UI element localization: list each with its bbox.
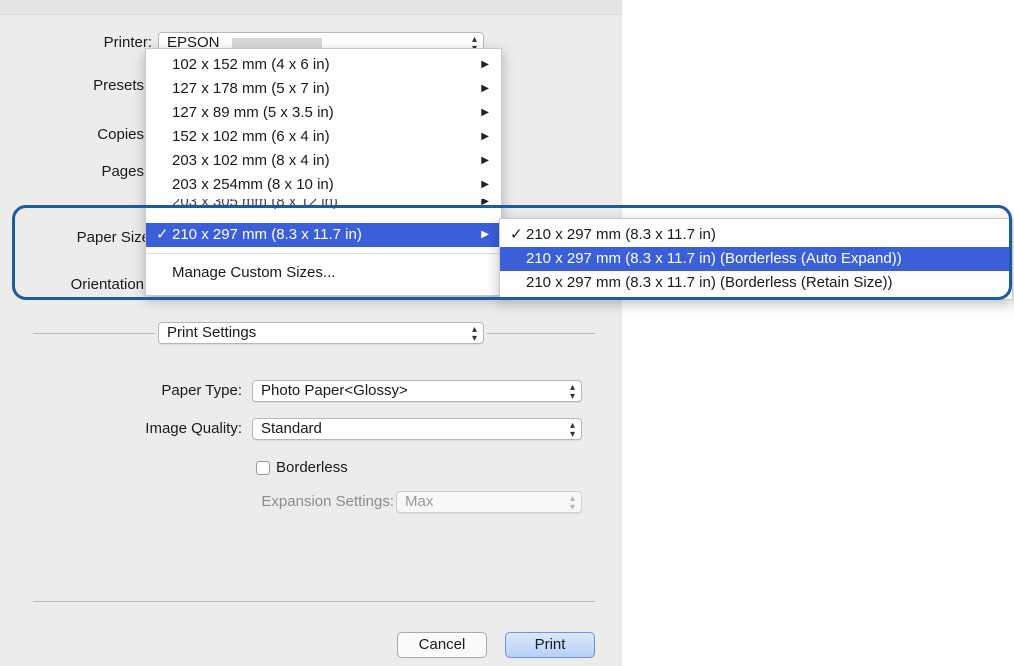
menu-item-label: 127 x 89 mm (5 x 3.5 in) xyxy=(172,104,334,121)
menu-separator xyxy=(146,253,501,254)
menu-item-label: 127 x 178 mm (5 x 7 in) xyxy=(172,80,330,97)
checkmark-icon: ✓ xyxy=(156,226,169,243)
submenu-item-label: 210 x 297 mm (8.3 x 11.7 in) (Borderless… xyxy=(526,250,902,267)
print-button[interactable]: Print xyxy=(505,632,595,658)
paper-size-menu: 102 x 152 mm (4 x 6 in) ▶ 127 x 178 mm (… xyxy=(145,48,502,296)
cancel-button[interactable]: Cancel xyxy=(397,632,487,658)
paper-type-label: Paper Type: xyxy=(161,382,242,399)
menu-item-manage-custom-sizes[interactable]: Manage Custom Sizes... xyxy=(146,261,501,285)
triangle-right-icon: ▶ xyxy=(481,179,489,190)
submenu-item-label: 210 x 297 mm (8.3 x 11.7 in) (Borderless… xyxy=(526,274,893,291)
image-quality-value: Standard xyxy=(261,420,322,437)
pages-label: Pages xyxy=(101,163,144,180)
menu-item-label: Manage Custom Sizes... xyxy=(172,264,336,281)
section-popup[interactable]: Print Settings ▴ ▾ xyxy=(158,322,484,344)
submenu-item-standard[interactable]: ✓ 210 x 297 mm (8.3 x 11.7 in) xyxy=(500,223,1012,247)
menu-item-102x152[interactable]: 102 x 152 mm (4 x 6 in) ▶ xyxy=(146,53,501,77)
triangle-right-icon: ▶ xyxy=(481,83,489,94)
menu-item-127x89[interactable]: 127 x 89 mm (5 x 3.5 in) ▶ xyxy=(146,101,501,125)
paper-size-submenu: ✓ 210 x 297 mm (8.3 x 11.7 in) 210 x 297… xyxy=(499,218,1013,300)
submenu-item-borderless-retain-size[interactable]: 210 x 297 mm (8.3 x 11.7 in) (Borderless… xyxy=(500,271,1012,295)
presets-label: Presets xyxy=(93,77,144,94)
triangle-right-icon: ▶ xyxy=(481,59,489,70)
section-separator-right xyxy=(487,333,595,334)
borderless-checkbox[interactable] xyxy=(256,461,270,475)
printer-model-redacted xyxy=(231,38,322,49)
image-quality-label: Image Quality: xyxy=(145,420,242,437)
triangle-right-icon: ▶ xyxy=(481,107,489,118)
triangle-right-icon: ▶ xyxy=(481,229,489,240)
menu-item-label: 203 x 254mm (8 x 10 in) xyxy=(172,176,334,193)
menu-item-152x102[interactable]: 152 x 102 mm (6 x 4 in) ▶ xyxy=(146,125,501,149)
menu-item-203x254[interactable]: 203 x 254mm (8 x 10 in) ▶ xyxy=(146,173,501,197)
menu-item-label: 203 x 102 mm (8 x 4 in) xyxy=(172,152,330,169)
section-separator-left xyxy=(33,333,155,334)
orientation-label: Orientation xyxy=(70,276,144,293)
copies-label: Copies xyxy=(97,126,144,143)
updown-arrows-icon: ▴▾ xyxy=(569,420,575,440)
submenu-item-label: 210 x 297 mm (8.3 x 11.7 in) xyxy=(526,226,716,243)
section-popup-value: Print Settings xyxy=(167,324,257,341)
menu-item-label: 102 x 152 mm (4 x 6 in) xyxy=(172,56,330,73)
submenu-item-borderless-auto-expand[interactable]: 210 x 297 mm (8.3 x 11.7 in) (Borderless… xyxy=(500,247,1012,271)
paper-type-popup[interactable]: Photo Paper<Glossy> ▴ ▾ xyxy=(252,380,582,402)
menu-item-203x102[interactable]: 203 x 102 mm (8 x 4 in) ▶ xyxy=(146,149,501,173)
triangle-right-icon: ▶ xyxy=(481,131,489,142)
paper-size-label: Paper Size xyxy=(76,229,150,246)
dialog-top-band xyxy=(0,0,622,15)
menu-item-210x297-selected[interactable]: ✓ 210 x 297 mm (8.3 x 11.7 in) ▶ xyxy=(146,223,501,247)
checkmark-icon: ✓ xyxy=(510,226,523,243)
bottom-separator xyxy=(33,601,595,602)
menu-item-label: 152 x 102 mm (6 x 4 in) xyxy=(172,128,330,145)
paper-type-value: Photo Paper<Glossy> xyxy=(261,382,408,399)
triangle-right-icon: ▶ xyxy=(481,155,489,166)
triangle-right-icon: ▶ xyxy=(481,199,489,207)
expansion-settings-label: Expansion Settings: xyxy=(261,493,394,510)
updown-arrows-icon: ▴▾ xyxy=(569,493,575,513)
expansion-settings-popup: Max ▴ ▾ xyxy=(396,491,582,513)
expansion-settings-value: Max xyxy=(405,493,434,510)
borderless-label: Borderless xyxy=(276,459,348,476)
image-quality-popup[interactable]: Standard ▴ ▾ xyxy=(252,418,582,440)
updown-arrows-icon: ▴▾ xyxy=(471,324,477,344)
menu-item-203x305-clipped[interactable]: 203 x 305 mm (8 x 12 in) ▶ xyxy=(146,199,501,209)
menu-item-127x178[interactable]: 127 x 178 mm (5 x 7 in) ▶ xyxy=(146,77,501,101)
menu-item-label: 203 x 305 mm (8 x 12 in) xyxy=(172,199,338,209)
menu-item-label: 210 x 297 mm (8.3 x 11.7 in) xyxy=(172,226,362,243)
updown-arrows-icon: ▴▾ xyxy=(569,382,575,402)
